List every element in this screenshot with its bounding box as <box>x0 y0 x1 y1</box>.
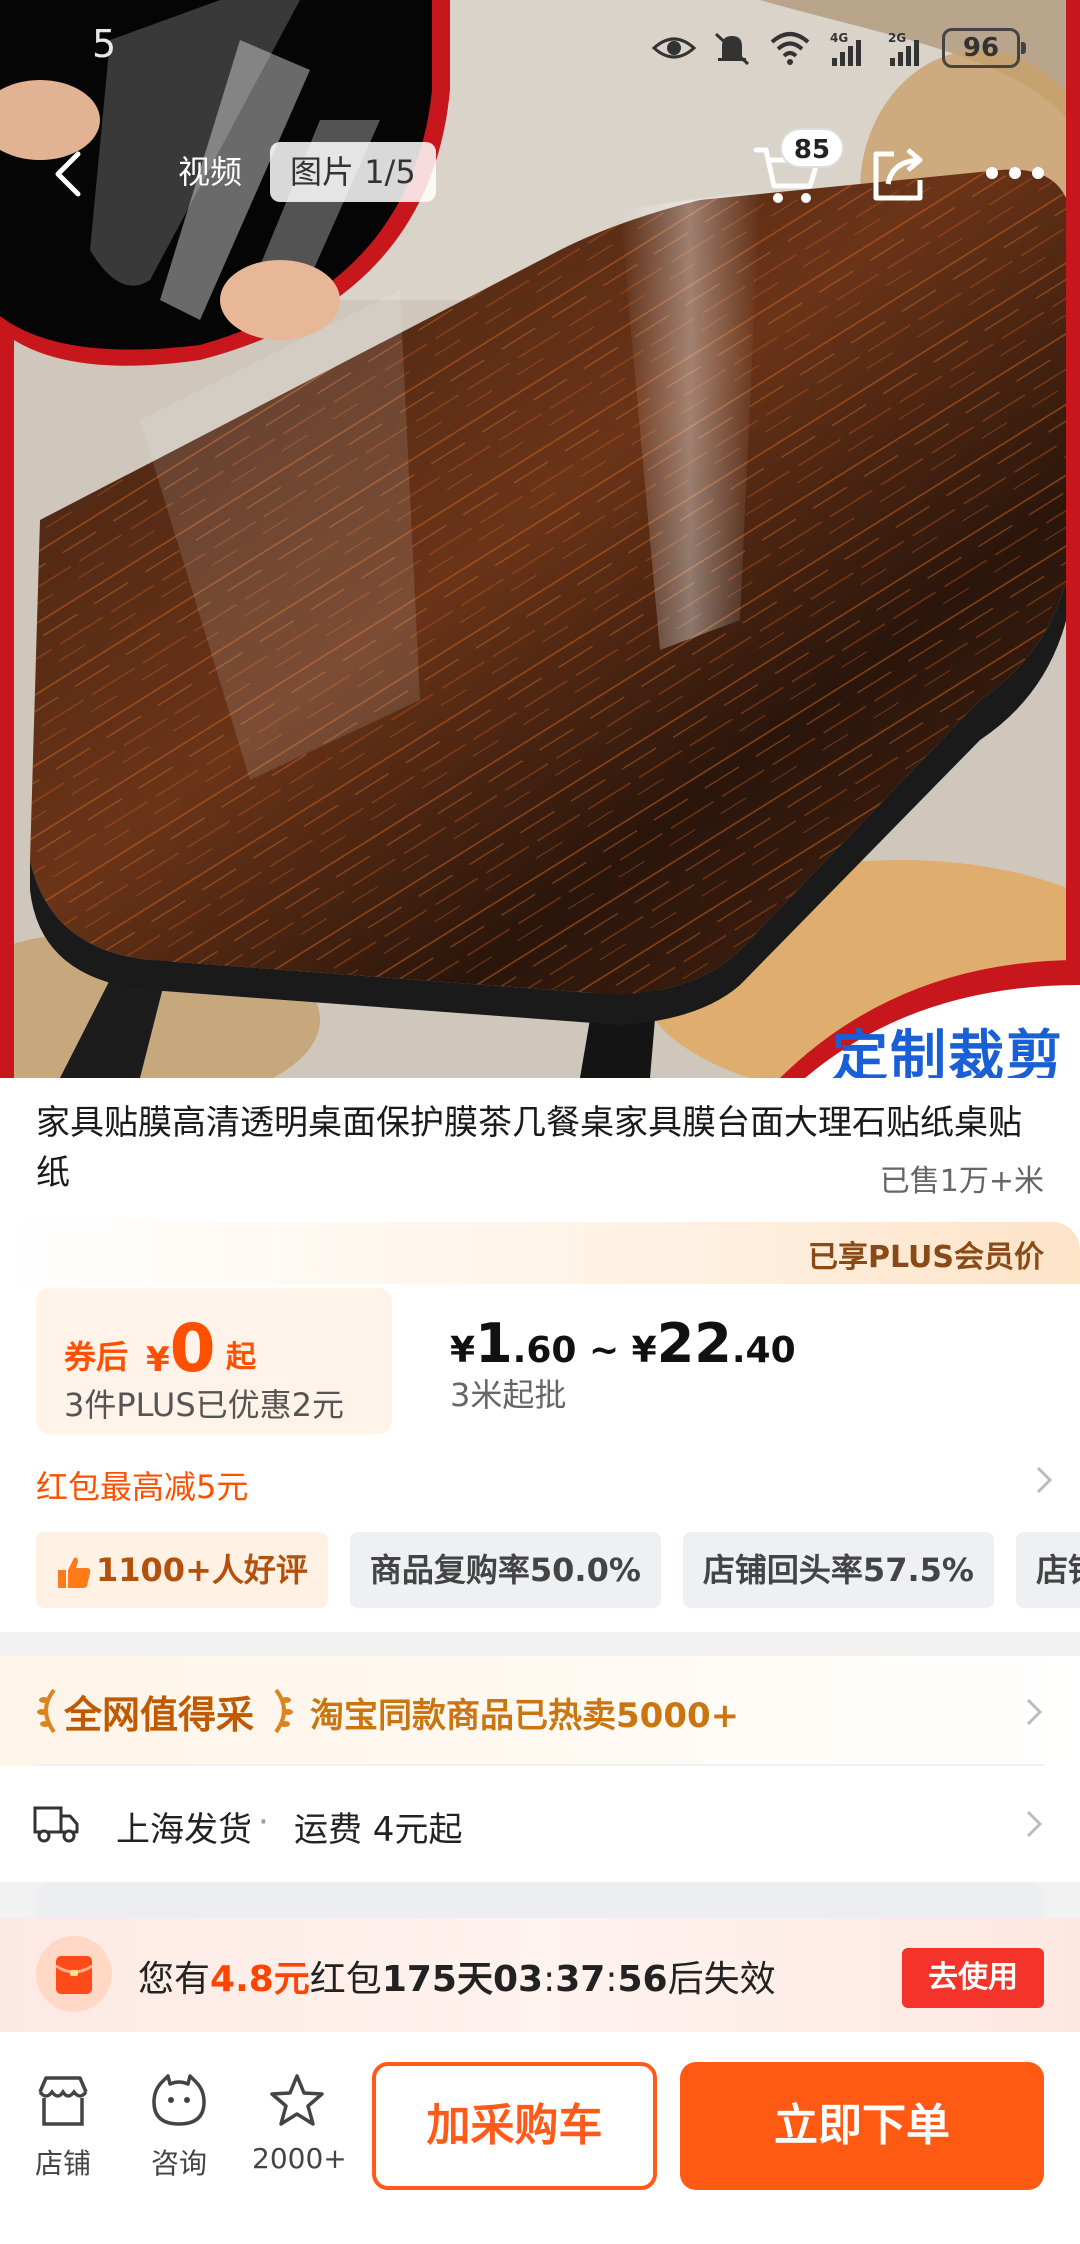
separator-dot: · <box>258 1802 269 1842</box>
product-detail-page: 5 4G 2G 96 视频 图片 1/5 85 定制裁剪 家具贴膜高清透明桌面保… <box>0 0 1080 2244</box>
status-time: 5 <box>92 22 117 66</box>
status-bar: 5 4G 2G 96 <box>0 0 1080 100</box>
after-coupon-label: 券后 <box>64 1338 129 1376</box>
chat-face-icon <box>152 2074 206 2126</box>
price-section: 已享PLUS会员价 券后 ¥0 起 3件PLUS已优惠2元 ¥1.60 ~ ¥2… <box>0 1222 1080 1632</box>
tag-store[interactable]: 店铺 <box>1015 1532 1080 1608</box>
ship-origin: 上海发货 <box>116 1810 252 1850</box>
eye-icon <box>652 37 696 59</box>
after-coupon-suffix: 起 <box>226 1340 256 1375</box>
buy-now-button[interactable]: 立即下单 <box>680 2062 1044 2190</box>
laurel-left-icon <box>37 1688 56 1734</box>
back-arrow-icon[interactable] <box>40 144 100 204</box>
sold-count: 已售1万+米 <box>879 1164 1044 1199</box>
chevron-right-icon[interactable] <box>1020 1804 1048 1844</box>
product-title-section: 家具贴膜高清透明桌面保护膜茶几餐桌家具膜台面大理石贴纸桌贴纸 已售1万+米 <box>0 1078 1080 1222</box>
laurel-right-icon <box>274 1688 293 1734</box>
shipping-fee: 运费 4元起 <box>294 1810 463 1850</box>
mute-bell-icon <box>714 32 750 66</box>
red-packet-expiry-banner[interactable]: 您有4.8元红包175天03:37:56后失效 去使用 <box>0 1918 1080 2032</box>
chevron-right-icon[interactable] <box>1020 1692 1048 1732</box>
svg-text:2G: 2G <box>888 31 906 45</box>
tab-images[interactable]: 图片 1/5 <box>270 142 436 202</box>
battery-indicator: 96 <box>942 28 1026 68</box>
price-range: ¥1.60 ~ ¥22.40 <box>450 1312 796 1375</box>
add-to-cart-button[interactable]: 加采购车 <box>372 2062 657 2190</box>
bottom-action-bar: 店铺 咨询 2000+ 加采购车 立即下单 <box>0 2032 1080 2244</box>
delivery-truck-icon <box>33 1806 79 1843</box>
star-icon <box>270 2074 324 2126</box>
tab-video[interactable]: 视频 <box>160 142 260 202</box>
wifi-icon <box>770 32 810 65</box>
tag-repurchase-rate[interactable]: 商品复购率50.0% <box>349 1532 661 1608</box>
favorite-count: 2000+ <box>252 2142 347 2175</box>
after-coupon-price: ¥0 <box>146 1310 216 1387</box>
worth-buying-desc: 淘宝同款商品已热卖5000+ <box>310 1696 740 1736</box>
store-button[interactable]: 店铺 <box>18 2070 108 2182</box>
next-section-edge <box>36 1882 1044 1922</box>
store-icon <box>38 2076 88 2126</box>
store-label: 店铺 <box>34 2147 91 2180</box>
red-packet-expiry-text: 您有4.8元红包175天03:37:56后失效 <box>138 1959 776 2000</box>
plus-member-label: 已享PLUS会员价 <box>807 1240 1044 1275</box>
favorite-button[interactable]: 2000+ <box>252 2070 347 2175</box>
share-icon[interactable] <box>868 144 930 206</box>
status-icons: 4G 2G 96 <box>652 28 1026 68</box>
media-tabs: 视频 图片 1/5 <box>160 142 436 202</box>
svg-text:4G: 4G <box>830 31 848 45</box>
red-packet-discount[interactable]: 红包最高减5元 <box>36 1462 248 1508</box>
cart-count-badge: 85 <box>780 128 844 168</box>
worth-buying-title: 全网值得采 <box>64 1693 255 1737</box>
signal-4g-icon: 4G <box>830 31 861 66</box>
red-packet-icon <box>36 1936 112 2012</box>
after-coupon-box: 券后 ¥0 起 3件PLUS已优惠2元 <box>36 1288 392 1434</box>
consult-label: 咨询 <box>150 2147 207 2180</box>
product-image-carousel[interactable]: 5 4G 2G 96 视频 图片 1/5 85 定制裁剪 <box>0 0 1080 1078</box>
worth-buying-row[interactable]: 全网值得采 淘宝同款商品已热卖5000+ <box>0 1656 1080 1766</box>
top-navigation: 视频 图片 1/5 85 <box>0 128 1080 218</box>
use-red-packet-button[interactable]: 去使用 <box>902 1948 1044 2008</box>
product-tags: 1100+人好评 商品复购率50.0% 店铺回头率57.5% 店铺 <box>36 1532 1080 1608</box>
signal-2g-icon: 2G <box>888 31 919 66</box>
plus-member-header: 已享PLUS会员价 <box>0 1222 1080 1284</box>
min-order-quantity: 3米起批 <box>450 1376 567 1414</box>
chevron-right-icon[interactable] <box>1030 1460 1058 1500</box>
shipping-row[interactable]: 上海发货 · 运费 4元起 <box>0 1766 1080 1882</box>
consult-button[interactable]: 咨询 <box>134 2070 224 2182</box>
thumbs-up-icon <box>58 1557 91 1588</box>
more-options-icon[interactable] <box>980 158 1050 188</box>
custom-cut-overlay-text: 定制裁剪 <box>832 1025 1064 1078</box>
tag-return-customer-rate[interactable]: 店铺回头率57.5% <box>682 1532 994 1608</box>
tag-good-reviews[interactable]: 1100+人好评 <box>36 1532 328 1608</box>
plus-saving-note: 3件PLUS已优惠2元 <box>64 1386 344 1424</box>
